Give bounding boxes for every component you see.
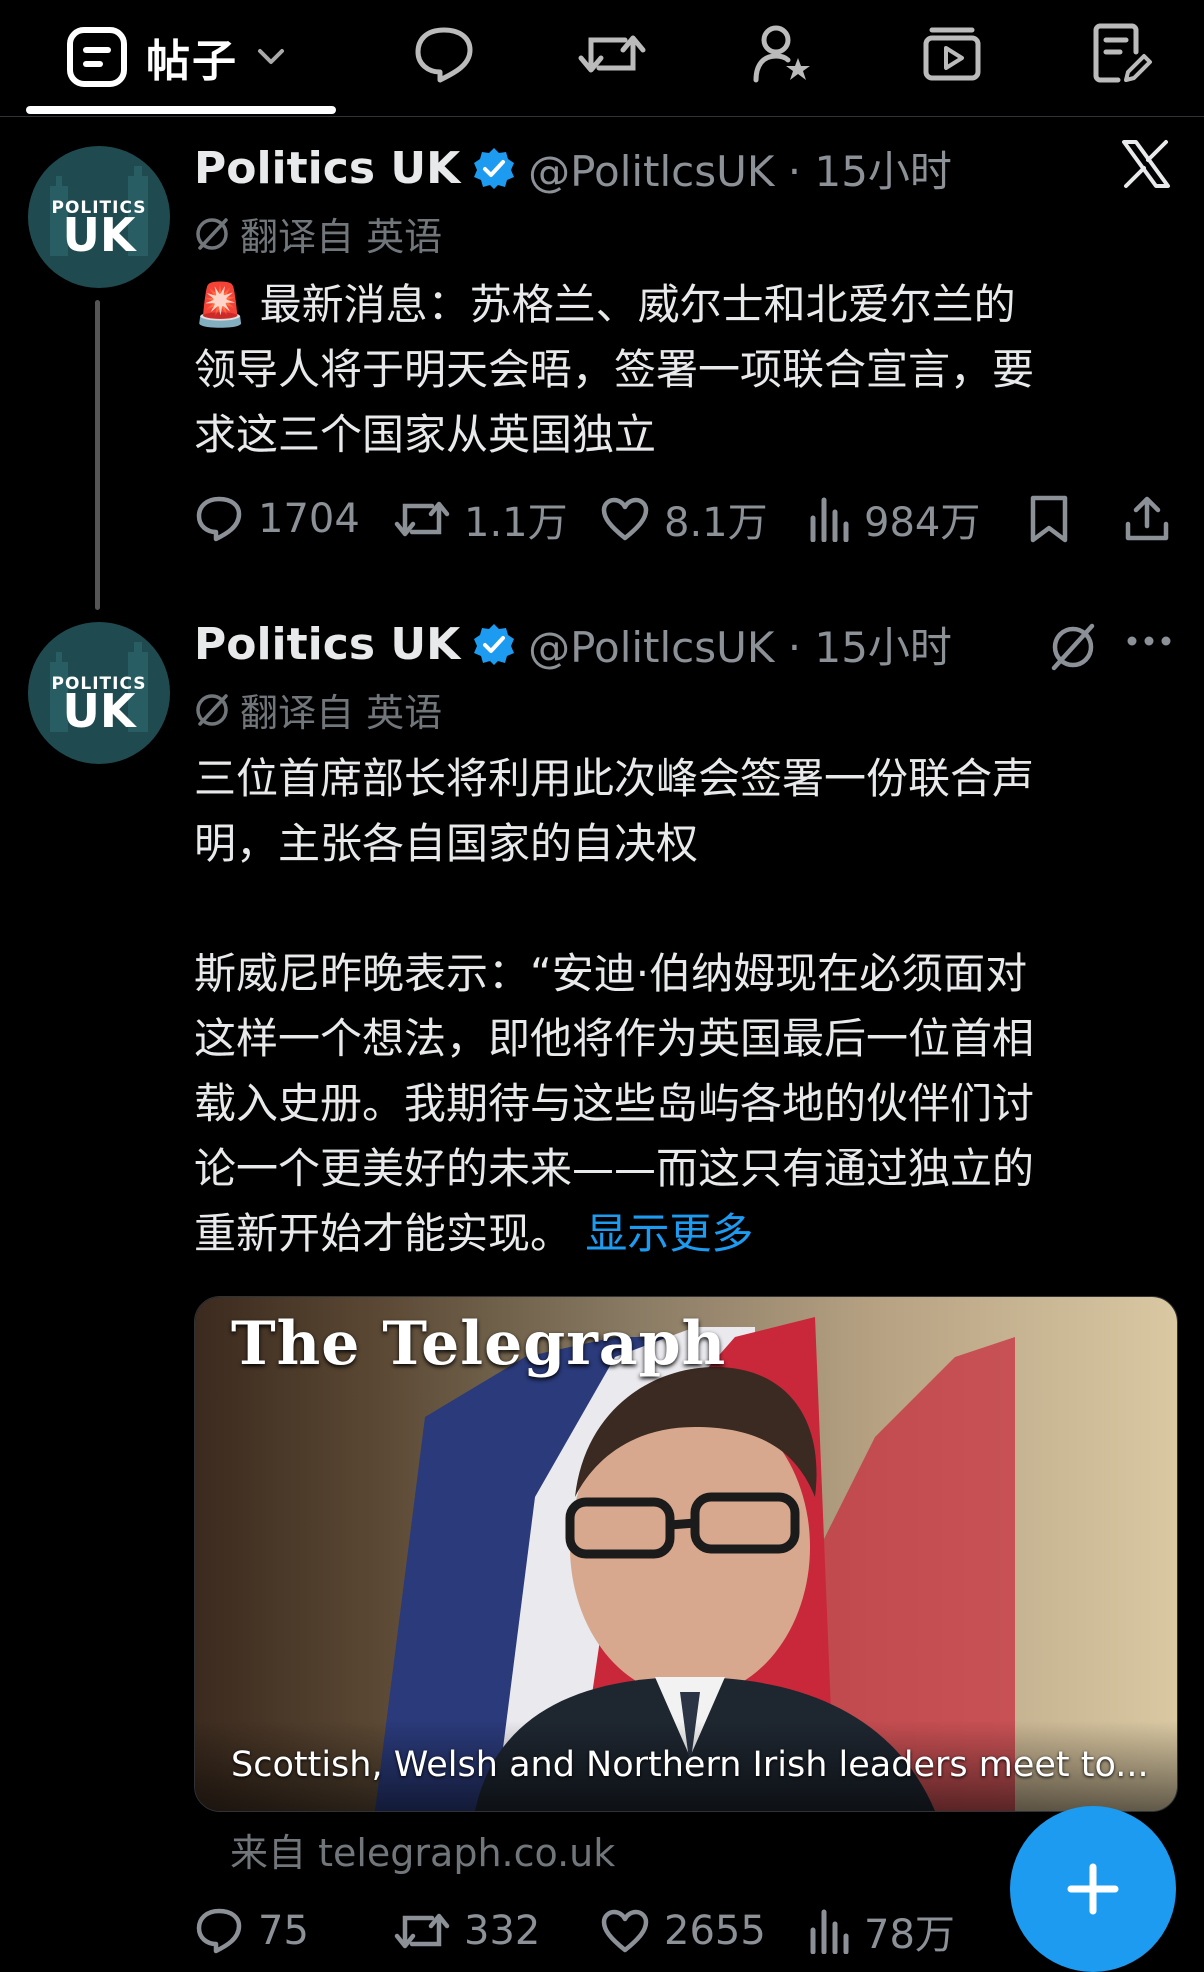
tweet-text: 三位首席部长将利用此次峰会签署一份联合声 明，主张各自国家的自决权 斯威尼昨晚表… — [194, 746, 1174, 1266]
compose-button[interactable] — [1010, 1806, 1176, 1972]
replies-tab-icon[interactable] — [408, 18, 480, 90]
articles-tab-icon[interactable] — [1086, 18, 1158, 90]
tweet-line-text: 重新开始才能实现。 — [194, 1209, 573, 1258]
share-icon — [1124, 494, 1170, 544]
x-logo-icon — [1120, 138, 1172, 190]
views-button[interactable]: 78万 — [808, 1896, 955, 1966]
repost-count: 332 — [464, 1908, 541, 1954]
heart-icon — [600, 1908, 650, 1954]
plus-icon — [1065, 1861, 1121, 1917]
share-button[interactable] — [1124, 484, 1170, 554]
translation-label: 翻译自 英语 — [240, 215, 443, 259]
tweet-line: 载入史册。我期待与这些岛屿各地的伙伴们讨 — [194, 1079, 1035, 1128]
translation-note[interactable]: 翻译自 英语 — [194, 206, 442, 261]
like-count: 2655 — [664, 1908, 766, 1954]
repost-count: 1.1万 — [464, 500, 568, 546]
tweet-line: 三位首席部长将利用此次峰会签署一份联合声 — [194, 754, 1035, 803]
views-count: 78万 — [864, 1912, 955, 1958]
chevron-down-icon[interactable] — [256, 47, 286, 67]
reposts-tab-icon[interactable] — [576, 18, 648, 90]
link-preview-card[interactable]: The Telegraph Scottish, Welsh and Northe… — [194, 1296, 1178, 1812]
repost-button[interactable]: 1.1万 — [394, 484, 568, 554]
tweet-line: 论一个更美好的未来——而这只有通过独立的 — [194, 1144, 1035, 1193]
tweet-line: 求这三个国家从英国独立 — [194, 410, 657, 459]
verified-badge-icon — [472, 622, 516, 666]
tweet-line-last: 重新开始才能实现。 显示更多 — [194, 1201, 1174, 1266]
grok-icon[interactable] — [1046, 620, 1100, 674]
reply-button[interactable]: 1704 — [194, 484, 360, 554]
translate-icon — [194, 692, 230, 728]
author-handle-time[interactable]: @PolitlcsUK · 15小时 — [528, 138, 952, 199]
posts-icon — [66, 26, 128, 88]
paragraph-spacer — [194, 876, 1174, 941]
repost-icon — [394, 496, 450, 542]
translation-label: 翻译自 英语 — [240, 691, 443, 735]
tweet-text: 🚨 最新消息：苏格兰、威尔士和北爱尔兰的 领导人将于明天会晤，签署一项联合宣言，… — [194, 272, 1174, 467]
views-count: 984万 — [864, 500, 981, 546]
bookmark-icon — [1028, 494, 1070, 544]
tab-posts-label: 帖子 — [146, 36, 238, 87]
reply-button[interactable]: 75 — [194, 1896, 309, 1966]
telegraph-masthead: The Telegraph — [231, 1309, 727, 1379]
card-title: Scottish, Welsh and Northern Irish leade… — [231, 1745, 1149, 1785]
top-tab-bar: 帖子 — [0, 0, 1204, 117]
avatar-text-line2: UK — [62, 684, 136, 738]
tweet-line: 斯威尼昨晚表示：“安迪·伯纳姆现在必须面对 — [194, 949, 1028, 998]
reply-count: 75 — [258, 1908, 309, 1954]
tweet-line: 明，主张各自国家的自决权 — [194, 819, 699, 868]
avatar[interactable]: POLITICS UK — [28, 146, 170, 288]
like-button[interactable]: 2655 — [600, 1896, 766, 1966]
repost-button[interactable]: 332 — [394, 1896, 540, 1966]
tab-posts[interactable]: 帖子 — [26, 14, 336, 100]
media-tab-icon[interactable] — [916, 18, 988, 90]
views-icon — [808, 496, 850, 542]
reply-icon — [194, 494, 244, 544]
author-name[interactable]: Politics UK — [194, 619, 460, 670]
verified-badge-icon — [472, 146, 516, 190]
translate-icon — [194, 216, 230, 252]
tweet-header: Politics UK @PolitlcsUK · 15小时 — [194, 614, 952, 674]
author-handle-time[interactable]: @PolitlcsUK · 15小时 — [528, 614, 952, 675]
active-tab-indicator — [26, 106, 336, 114]
reply-icon — [194, 1906, 244, 1956]
tweet-actions: 1704 1.1万 8.1万 984万 — [194, 484, 1174, 554]
avatar-text-line2: UK — [62, 208, 136, 262]
show-more-link[interactable]: 显示更多 — [585, 1209, 753, 1258]
views-icon — [808, 1908, 850, 1954]
repost-icon — [394, 1908, 450, 1954]
highlights-tab-icon[interactable] — [746, 18, 818, 90]
avatar[interactable]: POLITICS UK — [28, 622, 170, 764]
tweet-line: 领导人将于明天会晤，签署一项联合宣言，要 — [194, 345, 1035, 394]
heart-icon — [600, 496, 650, 542]
like-count: 8.1万 — [664, 500, 768, 546]
tweet-line: 🚨 最新消息：苏格兰、威尔士和北爱尔兰的 — [194, 280, 1016, 329]
thread-connector — [95, 300, 100, 610]
bookmark-button[interactable] — [1028, 484, 1070, 554]
card-source[interactable]: 来自 telegraph.co.uk — [230, 1822, 615, 1877]
more-options-icon[interactable] — [1126, 634, 1172, 648]
tweet-header: Politics UK @PolitlcsUK · 15小时 — [194, 138, 952, 198]
views-button[interactable]: 984万 — [808, 484, 980, 554]
reply-count: 1704 — [258, 496, 360, 542]
tweet-line: 这样一个想法，即他将作为英国最后一位首相 — [194, 1014, 1035, 1063]
author-name[interactable]: Politics UK — [194, 143, 460, 194]
like-button[interactable]: 8.1万 — [600, 484, 768, 554]
translation-note[interactable]: 翻译自 英语 — [194, 682, 442, 737]
